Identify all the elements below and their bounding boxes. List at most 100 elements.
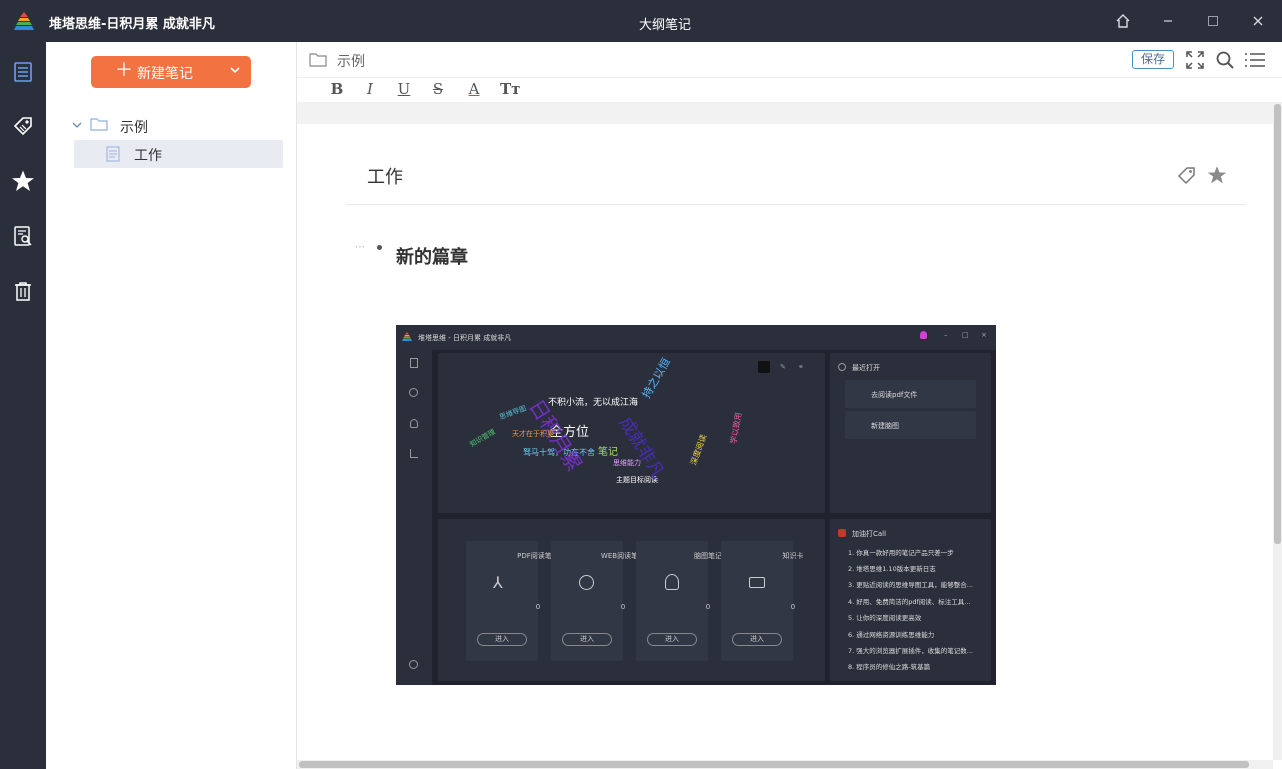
list-icon [1245, 53, 1265, 67]
close-button[interactable] [1244, 8, 1272, 34]
globe-icon [409, 388, 418, 397]
user-icon [920, 331, 927, 339]
app-logo-icon [402, 332, 412, 341]
strikethrough-button[interactable]: S [429, 80, 447, 98]
card-pdf-notes[interactable]: PDF阅读笔记 ⅄ 0 进入 [466, 541, 559, 661]
close-icon [1253, 16, 1263, 26]
card-enter-button[interactable]: 进入 [732, 633, 782, 646]
minimize-icon [1164, 20, 1172, 22]
word-cloud-panel: ✎ ⚭ 不积小流，无以成江海 全方位 驽马十驾，功在不舍 主题目标阅读 思维能力… [438, 353, 825, 513]
news-item[interactable]: 4. 好用、免费简洁的pdf阅读、标注工具... [848, 596, 971, 606]
fullscreen-button[interactable] [1184, 49, 1206, 71]
cloud-word: 成就非凡 [614, 413, 668, 482]
text-color-button[interactable]: A [465, 80, 483, 98]
new-note-button[interactable]: ＋ 新建笔记 [91, 56, 251, 88]
horizontal-scrollbar[interactable] [297, 760, 1273, 769]
trash-icon [15, 282, 31, 301]
recent-item[interactable]: 去阅读pdf文件 [845, 380, 976, 408]
document-search-icon [14, 226, 32, 246]
tree-note-label: 工作 [134, 148, 162, 164]
save-button[interactable]: 保存 [1132, 50, 1174, 69]
chevron-down-icon[interactable] [72, 120, 82, 130]
megaphone-icon [838, 529, 846, 537]
cloud-refresh-icon [758, 361, 770, 373]
card-mindmap-notes[interactable]: 脑图笔记 0 进入 [636, 541, 722, 661]
scroll-thumb[interactable] [1274, 104, 1281, 544]
news-panel: 加油打Call 1. 你真一款好用的笔记产品只差一步 2. 堆塔思维1.10版本… [830, 519, 991, 681]
rail-favorites-button[interactable] [8, 166, 38, 196]
star-icon[interactable] [1207, 165, 1227, 185]
rail-tags-button[interactable] [8, 111, 38, 141]
format-toolbar: B I U S A Tт [297, 78, 1282, 102]
card-icon [749, 577, 765, 588]
card-count: 0 [790, 603, 796, 611]
vertical-scrollbar[interactable] [1273, 102, 1282, 760]
embedded-rail [396, 350, 432, 685]
home-icon [1116, 14, 1130, 28]
folder-icon [90, 118, 108, 131]
tag-icon [13, 117, 32, 136]
rail-notes-button[interactable] [8, 57, 38, 87]
maximize-icon [1208, 16, 1218, 26]
news-item[interactable]: 2. 堆塔思维1.10版本更新日志 [848, 563, 936, 573]
search-icon [1216, 51, 1234, 69]
bullet-icon[interactable] [377, 245, 382, 250]
card-knowledge-cards[interactable]: 知识卡 0 进入 [721, 541, 804, 661]
card-enter-button[interactable]: 进入 [562, 633, 612, 646]
scroll-thumb[interactable] [299, 761, 1249, 768]
news-item[interactable]: 7. 强大的浏览器扩展插件，收集的笔记数... [848, 645, 973, 655]
minimize-button[interactable] [1154, 8, 1182, 34]
note-title[interactable]: 工作 [367, 163, 403, 189]
recent-item-label: 新建脑图 [871, 422, 899, 430]
editor-area: 示例 保存 B I U S A Tт 工作 ⋯ 新的篇章 堆塔思维 - 日积月累… [297, 42, 1282, 769]
news-item[interactable]: 5. 让你的深度阅读更高效 [848, 612, 921, 622]
fullscreen-icon [1186, 51, 1204, 69]
settings-icon [409, 660, 418, 669]
outline-heading[interactable]: 新的篇章 [396, 243, 468, 269]
star-icon [12, 170, 34, 191]
breadcrumb[interactable]: 示例 [337, 51, 365, 71]
pdf-icon [410, 358, 418, 368]
rail-trash-button[interactable] [8, 276, 38, 306]
nav-rail [0, 42, 46, 769]
maximize-button[interactable] [1199, 8, 1227, 34]
tree-folder-label: 示例 [120, 120, 148, 136]
tag-icon[interactable] [1177, 166, 1197, 186]
recent-item-label: 去阅读pdf文件 [871, 391, 918, 399]
folder-icon [309, 53, 327, 67]
card-enter-button[interactable]: 进入 [647, 633, 697, 646]
chevron-down-icon[interactable] [229, 64, 241, 76]
drag-handle-icon[interactable]: ⋯ [355, 242, 365, 253]
embedded-image[interactable]: 堆塔思维 - 日积月累 成就非凡 – □ × ✎ ⚭ 不积小流，无以成江海 全方… [396, 325, 996, 685]
card-enter-button[interactable]: 进入 [477, 633, 527, 646]
plus-icon: ＋ [115, 60, 133, 81]
cloud-word: 持之以恒 [639, 355, 673, 401]
rail-search-notes-button[interactable] [8, 221, 38, 251]
app-logo-icon [14, 12, 34, 30]
cloud-word: 深度阅读 [688, 433, 709, 467]
new-note-label: 新建笔记 [137, 66, 193, 82]
home-button[interactable] [1109, 8, 1137, 34]
document-icon [106, 146, 120, 162]
italic-button[interactable]: I [361, 80, 379, 98]
close-icon: × [981, 331, 987, 339]
tree-note-work[interactable]: 工作 [74, 140, 283, 168]
search-button[interactable] [1214, 49, 1236, 71]
news-item[interactable]: 8. 程序员的修仙之路-筑基篇 [848, 661, 930, 671]
card-web-notes[interactable]: WEB阅读笔记 0 进入 [551, 541, 645, 661]
cloud-word: 思维导图 [498, 404, 528, 422]
font-size-button[interactable]: Tт [500, 80, 520, 98]
tree-folder-example[interactable]: 示例 [72, 112, 283, 140]
edit-icon: ✎ [780, 363, 786, 371]
news-item[interactable]: 1. 你真一款好用的笔记产品只差一步 [848, 547, 954, 557]
outline-toggle-button[interactable] [1244, 49, 1266, 71]
cloud-word: 知识管理 [468, 427, 497, 449]
bold-button[interactable]: B [328, 80, 346, 98]
recent-item[interactable]: 新建脑图 [845, 411, 976, 439]
underline-button[interactable]: U [395, 80, 413, 98]
cloud-word: 不积小流，无以成江海 [548, 398, 639, 408]
maximize-icon: □ [962, 331, 969, 339]
news-item[interactable]: 3. 更贴近阅读的思维导图工具，能够整合... [848, 579, 973, 589]
news-item[interactable]: 6. 通过网络资源训练思维能力 [848, 629, 934, 639]
recent-panel: 最近打开 去阅读pdf文件 新建脑图 [830, 353, 991, 513]
